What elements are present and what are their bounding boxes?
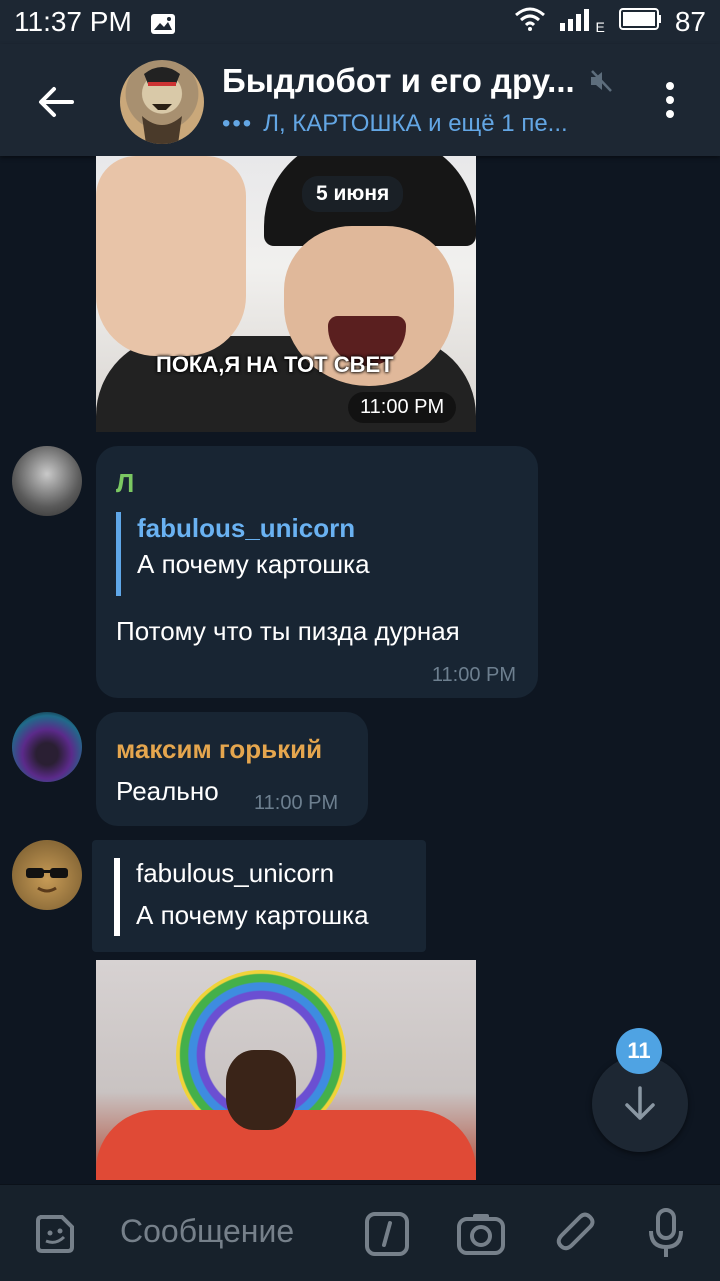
message-bubble[interactable]: Л fabulous_unicorn А почему картошка Пот…	[96, 446, 538, 698]
message-input[interactable]: Сообщение	[120, 1213, 294, 1250]
message-text: Потому что ты пизда дурная	[116, 616, 460, 646]
typing-dots: •••	[222, 110, 254, 137]
camera-icon[interactable]	[456, 1211, 506, 1262]
back-arrow-icon[interactable]	[36, 82, 76, 122]
message-composer: Сообщение	[0, 1184, 720, 1281]
signal-icon	[558, 6, 594, 38]
reply-author: fabulous_unicorn	[136, 858, 335, 888]
message-bubble[interactable]: максим горький Реально 11:00 PM	[96, 712, 368, 826]
battery-level: 87	[674, 6, 706, 37]
message-time: 11:00 PM	[254, 792, 339, 814]
chat-title[interactable]: Быдлобот и его дру...	[222, 62, 575, 100]
photo-message[interactable]: ПОКА,Я НА ТОТ СВЕТ 11:00 PM	[96, 156, 476, 432]
reply-preview[interactable]: fabulous_unicorn А почему картошка	[92, 840, 426, 952]
members-typing: Л, КАРТОШКА и ещё 1 пе...	[263, 110, 568, 137]
attach-icon[interactable]	[554, 1209, 600, 1264]
sender-avatar[interactable]	[12, 840, 82, 910]
sender-avatar[interactable]	[12, 446, 82, 516]
wifi-icon	[514, 6, 546, 38]
chat-header: Быдлобот и его дру... ••• Л, КАРТОШКА и е…	[0, 44, 720, 156]
meme-caption: ПОКА,Я НА ТОТ СВЕТ	[156, 352, 394, 377]
arrow-down-icon	[622, 1084, 658, 1129]
status-time: 11:37 PM	[14, 6, 132, 37]
sender-avatar[interactable]	[12, 712, 82, 782]
photo-message[interactable]	[96, 960, 476, 1180]
sticker-icon[interactable]	[32, 1211, 78, 1262]
photo-time: 11:00 PM	[348, 392, 457, 423]
chat-subtitle: ••• Л, КАРТОШКА и ещё 1 пе...	[222, 110, 568, 138]
status-right: E 87	[514, 6, 706, 38]
message-text: Реально	[116, 776, 219, 806]
sender-name: Л	[116, 468, 135, 498]
unread-badge: 11	[616, 1028, 662, 1074]
reply-text: А почему картошка	[137, 549, 370, 579]
reply-preview[interactable]: fabulous_unicorn А почему картошка	[116, 512, 370, 596]
reply-bar	[114, 858, 120, 936]
sender-name: максим горький	[116, 734, 323, 764]
group-avatar[interactable]	[120, 60, 204, 144]
photo-hand	[96, 156, 246, 356]
muted-speaker-icon	[588, 68, 614, 99]
date-pill: 5 июня	[302, 176, 404, 212]
more-menu-icon[interactable]	[660, 82, 680, 122]
reply-text: А почему картошка	[136, 900, 369, 930]
battery-icon	[617, 6, 663, 38]
mic-icon[interactable]	[646, 1207, 686, 1264]
reply-author: fabulous_unicorn	[137, 513, 356, 543]
image-icon	[150, 10, 176, 42]
command-icon[interactable]	[364, 1211, 410, 1262]
photo-face	[226, 1050, 296, 1130]
message-time: 11:00 PM	[431, 664, 516, 686]
status-bar: 11:37 PM E 87	[0, 0, 720, 44]
network-tag: E	[595, 19, 605, 35]
